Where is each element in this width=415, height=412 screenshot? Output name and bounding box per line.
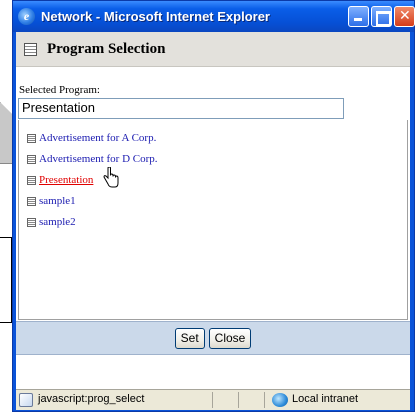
document-icon [27,154,36,164]
ie-icon: e [18,8,35,25]
divider [264,392,265,408]
browser-window: e Network - Microsoft Internet Explorer … [12,0,415,412]
document-icon [27,175,36,185]
document-icon [27,217,36,227]
header-bar: Program Selection [16,32,410,67]
hand-cursor-icon [103,167,119,188]
background-box [0,237,12,323]
window-title: Network - Microsoft Internet Explorer [41,9,270,24]
program-item[interactable]: sample1 [27,195,76,207]
program-item[interactable]: Advertisement for D Corp. [27,153,158,165]
content-area: Program Selection Selected Program: Pres… [16,32,410,389]
document-icon [24,42,37,56]
security-zone: Local intranet [292,393,359,405]
document-icon [27,133,36,143]
divider [238,392,239,408]
divider [212,392,213,408]
title-bar[interactable]: e Network - Microsoft Internet Explorer [13,1,415,32]
selected-program-label: Selected Program: [19,84,100,96]
minimize-button[interactable] [348,6,369,27]
status-text: javascript:prog_select [38,393,145,405]
selected-program-field[interactable]: Presentation [18,98,344,119]
program-item-label: Presentation [39,174,94,186]
maximize-button[interactable] [371,6,392,27]
program-list: Advertisement for A Corp. Advertisement … [18,120,408,320]
intranet-icon [272,393,288,407]
set-button[interactable]: Set [174,327,205,349]
program-item[interactable]: sample2 [27,216,76,228]
program-item-label: Advertisement for D Corp. [39,153,158,165]
close-window-button[interactable] [394,6,415,27]
page-icon [19,393,33,407]
status-bar: javascript:prog_select Local intranet [16,389,410,410]
program-item-selected[interactable]: Presentation [27,174,93,186]
close-button[interactable]: Close [208,327,252,349]
program-item-label: sample1 [39,195,76,207]
document-icon [27,196,36,206]
program-item-label: sample2 [39,216,76,228]
program-item[interactable]: Advertisement for A Corp. [27,132,156,144]
button-bar: Set Close [16,321,410,355]
page-title: Program Selection [47,40,166,57]
program-item-label: Advertisement for A Corp. [39,132,157,144]
